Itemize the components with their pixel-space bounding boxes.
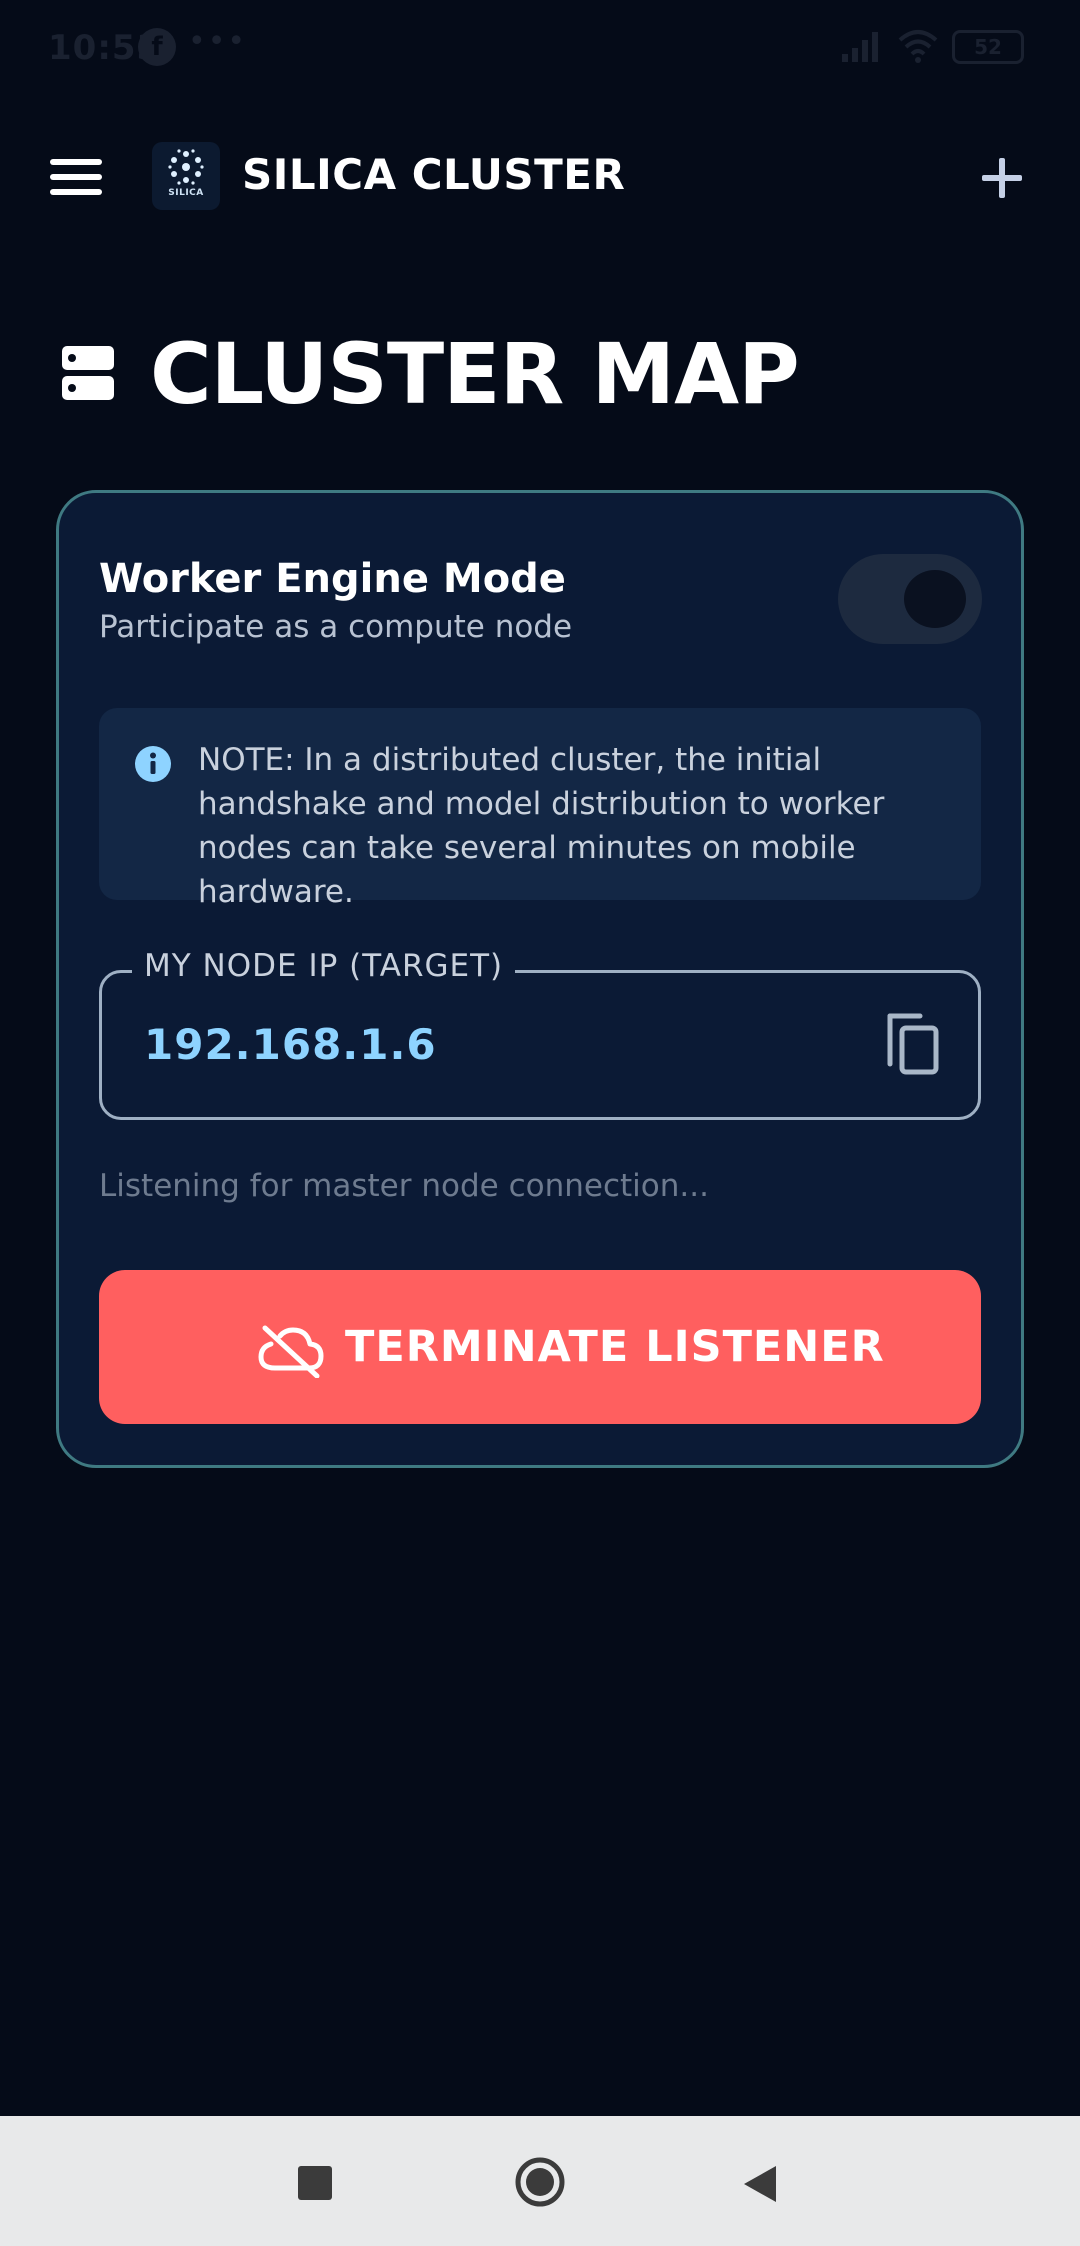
toggle-knob: [904, 570, 966, 628]
worker-mode-title: Worker Engine Mode: [99, 556, 566, 602]
cloud-off-icon: [258, 1325, 324, 1378]
app-logo-text: SILICA: [168, 188, 204, 198]
info-icon: [135, 746, 171, 782]
page-title: CLUSTER MAP: [150, 325, 800, 423]
server-icon: [62, 346, 114, 400]
copy-icon[interactable]: [884, 1012, 942, 1076]
recent-apps-icon[interactable]: [298, 2166, 332, 2200]
app-logo: SILICA: [152, 142, 220, 210]
node-ip-value[interactable]: 192.168.1.6: [144, 1020, 437, 1069]
listening-status: Listening for master node connection...: [99, 1168, 709, 1204]
worker-mode-toggle[interactable]: [838, 554, 982, 644]
facebook-notification-icon: f: [138, 28, 176, 66]
home-icon[interactable]: [514, 2156, 566, 2208]
snowflake-logo-icon: [168, 149, 204, 185]
wifi-icon: [898, 30, 938, 63]
battery-icon: 52: [952, 30, 1024, 64]
terminate-listener-label: TERMINATE LISTENER: [345, 1322, 885, 1372]
hamburger-menu-icon[interactable]: [50, 157, 104, 197]
signal-icon: [842, 32, 878, 62]
app-title: SILICA CLUSTER: [242, 150, 626, 199]
worker-mode-subtitle: Participate as a compute node: [99, 609, 573, 645]
plus-icon[interactable]: [978, 154, 1026, 202]
back-icon[interactable]: [742, 2164, 778, 2204]
node-ip-label: MY NODE IP (TARGET): [132, 948, 516, 984]
more-notifications-icon: •••: [188, 24, 248, 59]
note-text: NOTE: In a distributed cluster, the init…: [198, 742, 885, 910]
status-bar: 10:53 f ••• 52: [0, 0, 1080, 96]
